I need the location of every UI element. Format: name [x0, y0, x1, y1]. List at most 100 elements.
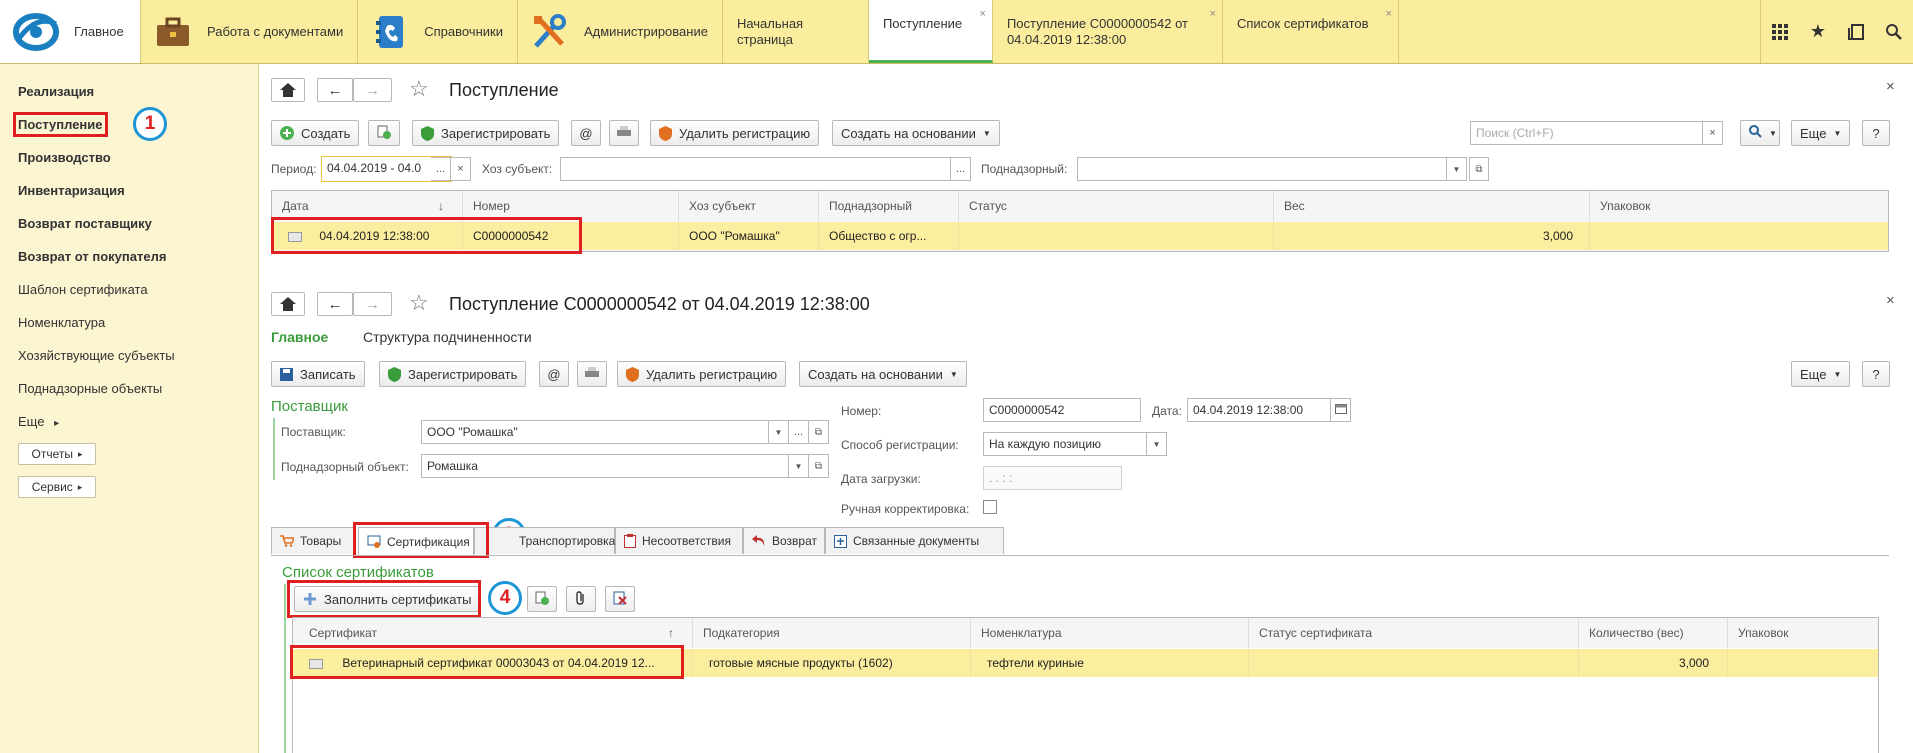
- tab-receipts-list[interactable]: Поступление ×: [868, 0, 993, 63]
- subnav-main[interactable]: Главное: [271, 329, 328, 345]
- close-icon[interactable]: ×: [1386, 6, 1392, 22]
- back-button[interactable]: ←: [317, 78, 353, 102]
- subject-pick-button[interactable]: ...: [951, 157, 971, 181]
- section-main[interactable]: Главное: [0, 0, 141, 63]
- reg-method-select[interactable]: На каждую позицию: [983, 432, 1147, 456]
- col-date[interactable]: Дата ↓: [272, 191, 463, 221]
- email-button[interactable]: @: [571, 120, 601, 146]
- create-based-on-button[interactable]: Создать на основании ▼: [799, 361, 967, 387]
- manual-correction-checkbox[interactable]: [983, 500, 997, 514]
- delete-attachment-button[interactable]: [605, 586, 635, 612]
- sidebar-item-nomenclature[interactable]: Номенклатура: [18, 315, 105, 330]
- sidebar-item-return-to-supplier[interactable]: Возврат поставщику: [18, 216, 152, 231]
- home-button[interactable]: [271, 292, 305, 316]
- col-subject[interactable]: Хоз субъект: [679, 191, 819, 221]
- col-nomenclature[interactable]: Номенклатура: [971, 618, 1249, 648]
- object-input[interactable]: Ромашка: [421, 454, 789, 478]
- sidebar-item-production[interactable]: Производство: [18, 150, 111, 165]
- object-open-button[interactable]: ⧉: [809, 454, 829, 478]
- add-row-button[interactable]: [527, 586, 557, 612]
- section-catalogs[interactable]: Справочники: [358, 0, 518, 63]
- supplier-pick-button[interactable]: ...: [789, 420, 809, 444]
- search-input[interactable]: Поиск (Ctrl+F): [1470, 121, 1703, 145]
- back-button[interactable]: ←: [317, 292, 353, 316]
- tab-receipt-document[interactable]: Поступление С0000000542 от 04.04.2019 12…: [993, 0, 1223, 63]
- help-button[interactable]: ?: [1862, 361, 1890, 387]
- forward-button[interactable]: →: [353, 292, 392, 316]
- delete-registration-button[interactable]: Удалить регистрацию: [650, 120, 820, 146]
- search-clear-button[interactable]: ×: [1703, 121, 1723, 145]
- subnav-structure[interactable]: Структура подчиненности: [363, 329, 532, 345]
- print-button[interactable]: [577, 361, 607, 387]
- favorite-star-icon[interactable]: ☆: [409, 290, 429, 316]
- col-packs[interactable]: Упаковок: [1590, 191, 1888, 221]
- date-input[interactable]: 04.04.2019 12:38:00: [1187, 398, 1331, 422]
- attach-button[interactable]: [566, 586, 596, 612]
- col-weight[interactable]: Вес: [1274, 191, 1590, 221]
- create-button[interactable]: Создать: [271, 120, 360, 146]
- favorites-star-icon[interactable]: ★: [1799, 12, 1837, 52]
- register-button[interactable]: Зарегистрировать: [412, 120, 560, 146]
- supplier-open-button[interactable]: ⧉: [809, 420, 829, 444]
- tab-certificate-list[interactable]: Список сертификатов ×: [1223, 0, 1399, 63]
- supervised-open-button[interactable]: ⧉: [1469, 157, 1489, 181]
- apps-grid-icon[interactable]: [1761, 12, 1799, 52]
- col-quantity[interactable]: Количество (вес): [1579, 618, 1728, 648]
- load-date-input[interactable]: . . : :: [983, 466, 1122, 490]
- supplier-dropdown-button[interactable]: ▼: [769, 420, 789, 444]
- history-icon[interactable]: [1837, 12, 1875, 52]
- col-cert-status[interactable]: Статус сертификата: [1249, 618, 1579, 648]
- register-button[interactable]: Зарегистрировать: [379, 361, 527, 387]
- forward-button[interactable]: →: [353, 78, 392, 102]
- more-button[interactable]: Еще ▼: [1791, 120, 1851, 146]
- tab-home-page[interactable]: Начальная страница: [723, 0, 869, 63]
- col-certificate[interactable]: Сертификат ↑: [293, 618, 693, 648]
- col-status[interactable]: Статус: [959, 191, 1274, 221]
- sidebar-item-sales[interactable]: Реализация: [18, 84, 94, 99]
- service-button[interactable]: Сервис ▸: [18, 476, 96, 498]
- section-documents[interactable]: Работа с документами: [141, 0, 359, 63]
- tab-related-documents[interactable]: Связанные документы: [825, 527, 1004, 554]
- favorite-star-icon[interactable]: ☆: [409, 76, 429, 102]
- help-button[interactable]: ?: [1862, 120, 1890, 146]
- more-button[interactable]: Еще ▼: [1791, 361, 1851, 387]
- object-dropdown-button[interactable]: ▼: [789, 454, 809, 478]
- close-icon[interactable]: ×: [980, 6, 986, 22]
- create-based-on-button[interactable]: Создать на основании ▼: [832, 120, 1000, 146]
- col-supervised[interactable]: Поднадзорный: [819, 191, 959, 221]
- search-button[interactable]: ▼: [1740, 120, 1780, 146]
- supplier-input[interactable]: ООО "Ромашка": [421, 420, 769, 444]
- print-button[interactable]: [609, 120, 639, 146]
- delete-registration-button[interactable]: Удалить регистрацию: [617, 361, 787, 387]
- period-clear-button[interactable]: ×: [451, 157, 471, 181]
- sidebar-item-receipts[interactable]: Поступление: [13, 112, 108, 137]
- save-button[interactable]: Записать: [271, 361, 365, 387]
- supervised-input[interactable]: [1077, 157, 1447, 181]
- tab-return[interactable]: Возврат: [743, 527, 825, 554]
- number-input[interactable]: С0000000542: [983, 398, 1141, 422]
- sidebar-item-more[interactable]: Еще ▸: [18, 414, 59, 429]
- sidebar-item-inventory[interactable]: Инвентаризация: [18, 183, 125, 198]
- col-number[interactable]: Номер: [463, 191, 679, 221]
- sidebar-item-business-entities[interactable]: Хозяйствующие субъекты: [18, 348, 175, 363]
- reg-method-dropdown-button[interactable]: ▼: [1147, 432, 1167, 456]
- date-calendar-button[interactable]: [1331, 398, 1351, 422]
- sidebar-item-return-from-customer[interactable]: Возврат от покупателя: [18, 249, 166, 264]
- reports-button[interactable]: Отчеты ▸: [18, 443, 96, 465]
- sidebar-item-certificate-template[interactable]: Шаблон сертификата: [18, 282, 148, 297]
- tab-transportation[interactable]: Транспортировка: [474, 527, 615, 554]
- subject-input[interactable]: [560, 157, 951, 181]
- copy-button[interactable]: [368, 120, 400, 146]
- col-packs[interactable]: Упаковок: [1728, 618, 1878, 648]
- home-button[interactable]: [271, 78, 305, 102]
- close-icon[interactable]: ×: [1210, 6, 1216, 22]
- search-icon[interactable]: [1875, 12, 1913, 52]
- col-subcategory[interactable]: Подкатегория: [693, 618, 971, 648]
- close-icon[interactable]: ×: [1886, 78, 1895, 95]
- close-icon[interactable]: ×: [1886, 292, 1895, 309]
- tab-nonconformities[interactable]: Несоответствия: [615, 527, 743, 554]
- tab-goods[interactable]: Товары: [271, 527, 354, 554]
- period-pick-button[interactable]: ...: [431, 157, 451, 181]
- section-admin[interactable]: Администрирование: [518, 0, 723, 63]
- email-button[interactable]: @: [539, 361, 569, 387]
